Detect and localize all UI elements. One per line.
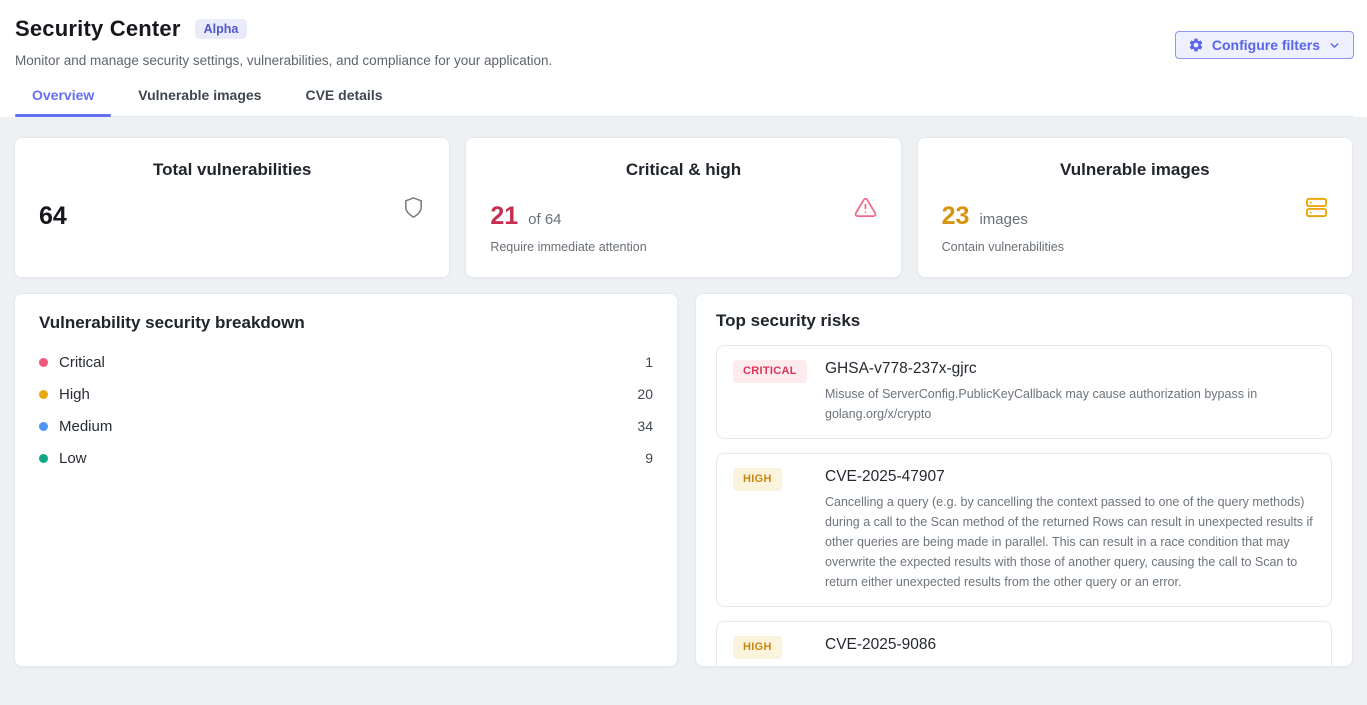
vulnerability-breakdown-panel: Vulnerability security breakdown Critica…	[14, 293, 678, 667]
high-dot-icon	[39, 390, 48, 399]
risk-id: GHSA-v778-237x-gjrc	[825, 360, 1315, 378]
page-subtitle: Monitor and manage security settings, vu…	[15, 53, 1353, 68]
severity-badge-col: HIGH	[733, 468, 825, 491]
risk-card-cve-2025-9086[interactable]: HIGH CVE-2025-9086	[716, 621, 1332, 667]
shield-icon	[402, 196, 425, 224]
risk-list: CRITICAL GHSA-v778-237x-gjrc Misuse of S…	[716, 345, 1332, 667]
stat-card-critical-high: Critical & high 21 of 64 Require immedia…	[465, 137, 901, 278]
severity-badge-col: CRITICAL	[733, 360, 825, 383]
stat-value: 21	[490, 202, 518, 231]
alpha-badge: Alpha	[195, 19, 248, 40]
medium-dot-icon	[39, 422, 48, 431]
page-header: Security Center Alpha Configure filters …	[0, 0, 1367, 117]
risk-card-ghsa-v778-237x-gjrc[interactable]: CRITICAL GHSA-v778-237x-gjrc Misuse of S…	[716, 345, 1332, 439]
stat-suffix: of 64	[528, 211, 561, 228]
breakdown-row-critical: Critical 1	[39, 346, 653, 378]
panels-row: Vulnerability security breakdown Critica…	[14, 293, 1353, 667]
severity-badge: HIGH	[733, 636, 782, 659]
risk-body: GHSA-v778-237x-gjrc Misuse of ServerConf…	[825, 360, 1315, 424]
risk-body: CVE-2025-47907 Cancelling a query (e.g. …	[825, 468, 1315, 592]
breakdown-row-medium: Medium 34	[39, 410, 653, 442]
stat-title: Critical & high	[490, 160, 876, 180]
breakdown-row-low: Low 9	[39, 442, 653, 474]
severity-badge: HIGH	[733, 468, 782, 491]
risk-card-cve-2025-47907[interactable]: HIGH CVE-2025-47907 Cancelling a query (…	[716, 453, 1332, 607]
risk-id: CVE-2025-47907	[825, 468, 1315, 486]
breakdown-value: 1	[645, 354, 653, 370]
breakdown-label: High	[59, 386, 90, 403]
breakdown-label: Critical	[59, 354, 105, 371]
stat-title: Vulnerable images	[942, 160, 1328, 180]
page-title: Security Center	[15, 16, 181, 42]
stat-subtitle: Require immediate attention	[490, 240, 876, 254]
breakdown-title: Vulnerability security breakdown	[39, 313, 653, 333]
risk-body: CVE-2025-9086	[825, 636, 1315, 654]
stat-card-vulnerable-images: Vulnerable images 23 images Contain vuln…	[917, 137, 1353, 278]
stat-suffix: images	[979, 211, 1027, 228]
top-risks-title: Top security risks	[716, 311, 1332, 331]
main-content: Total vulnerabilities 64 Critical & high…	[0, 117, 1367, 667]
gear-icon	[1188, 37, 1204, 53]
low-dot-icon	[39, 454, 48, 463]
stat-title: Total vulnerabilities	[39, 160, 425, 180]
risk-id: CVE-2025-9086	[825, 636, 1315, 654]
configure-filters-label: Configure filters	[1212, 37, 1320, 53]
breakdown-value: 34	[637, 418, 653, 434]
tab-cve-details[interactable]: CVE details	[288, 87, 399, 116]
alert-triangle-icon	[854, 196, 877, 224]
stats-row: Total vulnerabilities 64 Critical & high…	[14, 137, 1353, 278]
stat-card-total-vulnerabilities: Total vulnerabilities 64	[14, 137, 450, 278]
breakdown-value: 20	[637, 386, 653, 402]
severity-badge-col: HIGH	[733, 636, 825, 659]
tab-vulnerable-images[interactable]: Vulnerable images	[121, 87, 278, 116]
server-icon	[1305, 196, 1328, 224]
risk-description: Misuse of ServerConfig.PublicKeyCallback…	[825, 384, 1315, 424]
tab-overview[interactable]: Overview	[15, 87, 111, 116]
stat-value: 64	[39, 202, 67, 231]
breakdown-rows: Critical 1 High 20 Medium 34 Low 9	[39, 346, 653, 474]
top-security-risks-panel: Top security risks CRITICAL GHSA-v778-23…	[695, 293, 1353, 667]
breakdown-row-high: High 20	[39, 378, 653, 410]
severity-badge: CRITICAL	[733, 360, 807, 383]
stat-value: 23	[942, 202, 970, 231]
breakdown-label: Medium	[59, 418, 112, 435]
configure-filters-button[interactable]: Configure filters	[1175, 31, 1354, 59]
critical-dot-icon	[39, 358, 48, 367]
stat-subtitle: Contain vulnerabilities	[942, 240, 1328, 254]
breakdown-label: Low	[59, 450, 87, 467]
tab-bar: Overview Vulnerable images CVE details	[15, 87, 1353, 117]
chevron-down-icon	[1328, 39, 1341, 52]
breakdown-value: 9	[645, 450, 653, 466]
risk-description: Cancelling a query (e.g. by cancelling t…	[825, 492, 1315, 592]
